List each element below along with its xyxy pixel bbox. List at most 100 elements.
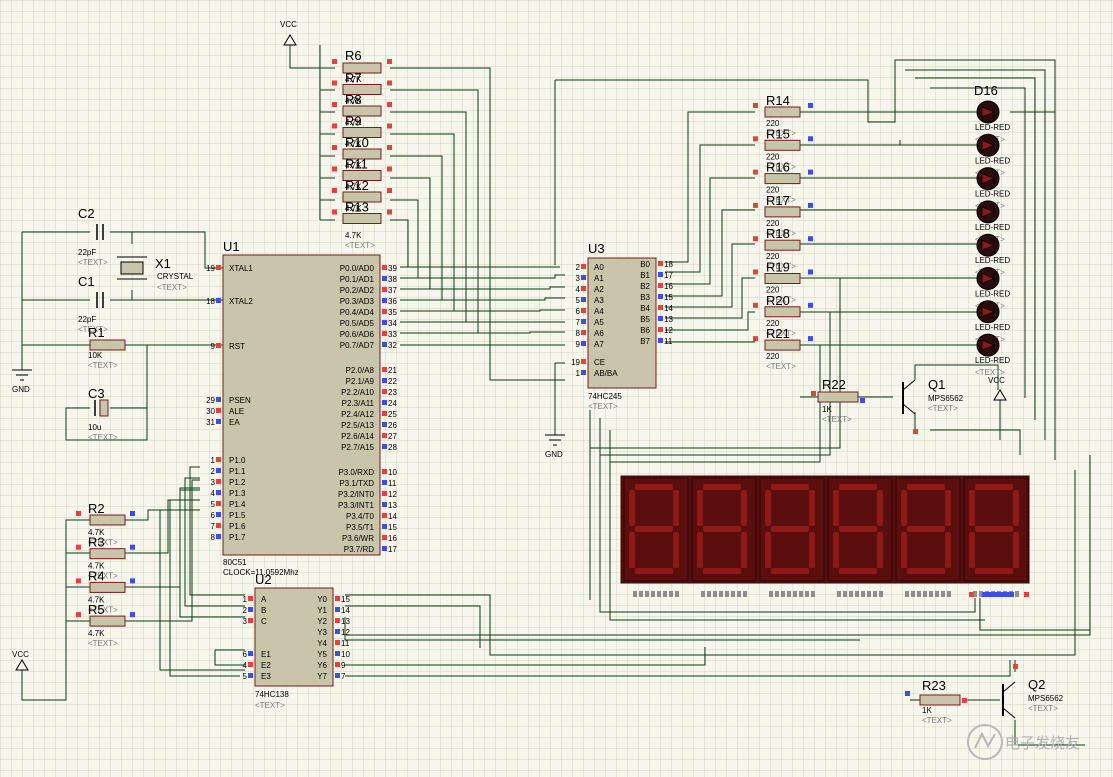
led-resistor-body [764,306,801,318]
key-resistor-body [89,615,126,627]
led-resistor-ref: R18 [766,226,790,241]
pin-number: 15 [341,595,350,604]
key-resistor-body [89,514,126,526]
pin-name-p1-7: P1.7 [229,533,246,542]
pin-number: 9 [341,661,346,670]
pin-marker [382,342,387,347]
pin-marker [658,294,663,299]
pin-marker [387,59,392,64]
pin-marker [387,102,392,107]
pullup-first-ref: R6 [345,48,362,63]
pin-number: 2 [243,606,248,615]
r1-value: 10K [88,351,103,360]
display-pin [799,591,803,597]
pin-marker [76,612,81,618]
pin-marker [382,480,387,485]
display-pin [805,591,809,597]
mcu-part: 80C51 [223,558,247,567]
display-pin [701,591,705,597]
pin-marker [382,411,387,416]
decoder-ref: U2 [255,572,272,587]
x1-text: <TEXT> [157,283,187,292]
pin-name-a4: A4 [594,307,604,316]
pullup-ref: R8 [345,92,362,107]
pin-name-a6: A6 [594,329,604,338]
pin-name-ale: ALE [229,407,244,416]
pin-number: 6 [243,650,248,659]
pin-number: 29 [206,396,215,405]
pin-name-a2: A2 [594,285,604,294]
pin-number: 18 [206,297,215,306]
pin-number: 26 [388,421,397,430]
x1-ref: X1 [155,256,171,271]
led-resistor-body [764,339,801,351]
pin-number: 7 [341,672,346,681]
pin-marker [658,338,663,343]
led-part: LED-RED [975,123,1010,132]
pullup-resistor-body [342,213,382,224]
pin-name-xtal2: XTAL2 [229,297,253,306]
digit-segment [975,484,1013,490]
pin-name-b2: B2 [640,282,650,291]
pin-marker [581,297,586,302]
pin-marker [581,359,586,364]
seven-segment-display [620,475,1030,597]
key-resistor-ref: R3 [88,535,105,550]
pin-name-p3-3-int1: P3.3/INT1 [338,501,375,510]
pin-number: 11 [341,639,350,648]
pin-marker [753,169,758,175]
led-resistor-body [764,106,801,118]
pin-marker [753,236,758,242]
display-pin [663,591,667,597]
pin-marker [382,433,387,438]
pin-name-p0-5-ad5: P0.5/AD5 [340,319,375,328]
digit-segment [839,526,877,532]
pin-marker [216,523,221,528]
display-pin [849,591,853,597]
display-pin [923,591,927,597]
c2-text: <TEXT> [78,258,108,267]
pin-name-p3-4-t0: P3.4/T0 [346,512,375,521]
pin-name-psen: PSEN [229,396,251,405]
pin-number: 10 [341,650,350,659]
display-pin [775,591,779,597]
pin-name-p3-5-t1: P3.5/T1 [346,523,375,532]
digit-segment [629,532,635,568]
pin-marker [382,309,387,314]
digit-segment [673,532,679,568]
led-resistor-body [764,239,801,251]
pin-number: 12 [341,628,350,637]
pin-marker [658,283,663,288]
pin-marker [808,136,813,142]
pin-number: 24 [388,399,397,408]
display-pin [633,591,637,597]
pin-name-y1: Y1 [317,606,327,615]
vcc-left-label: VCC [12,650,29,659]
pin-marker [382,265,387,270]
pin-marker [382,469,387,474]
led-resistor-ref: R14 [766,93,790,108]
pin-marker [581,319,586,324]
digit-segment [901,532,907,568]
led-part: LED-RED [975,356,1010,365]
led-part: LED-RED [975,190,1010,199]
pin-number: 30 [206,407,215,416]
grid-background [0,0,1113,777]
pin-name-y6: Y6 [317,661,327,670]
led-resistor-text: <TEXT> [766,362,796,371]
pullup-last-value: 4.7K [345,231,362,240]
display-pin [947,591,951,597]
pin-number: 8 [211,533,216,542]
pin-marker [387,209,392,215]
pin-number: 1 [211,456,216,465]
pin-marker [658,305,663,310]
digit-segment [703,484,741,490]
pin-name-p1-3: P1.3 [229,489,246,498]
pin-name-p2-4-a12: P2.4/A12 [341,410,374,419]
digit-segment [833,532,839,568]
pin-number: 14 [341,606,350,615]
pin-number: 34 [388,319,397,328]
display-pin [867,591,871,597]
pin-marker [130,578,135,584]
pin-name-p1-1: P1.1 [229,467,246,476]
